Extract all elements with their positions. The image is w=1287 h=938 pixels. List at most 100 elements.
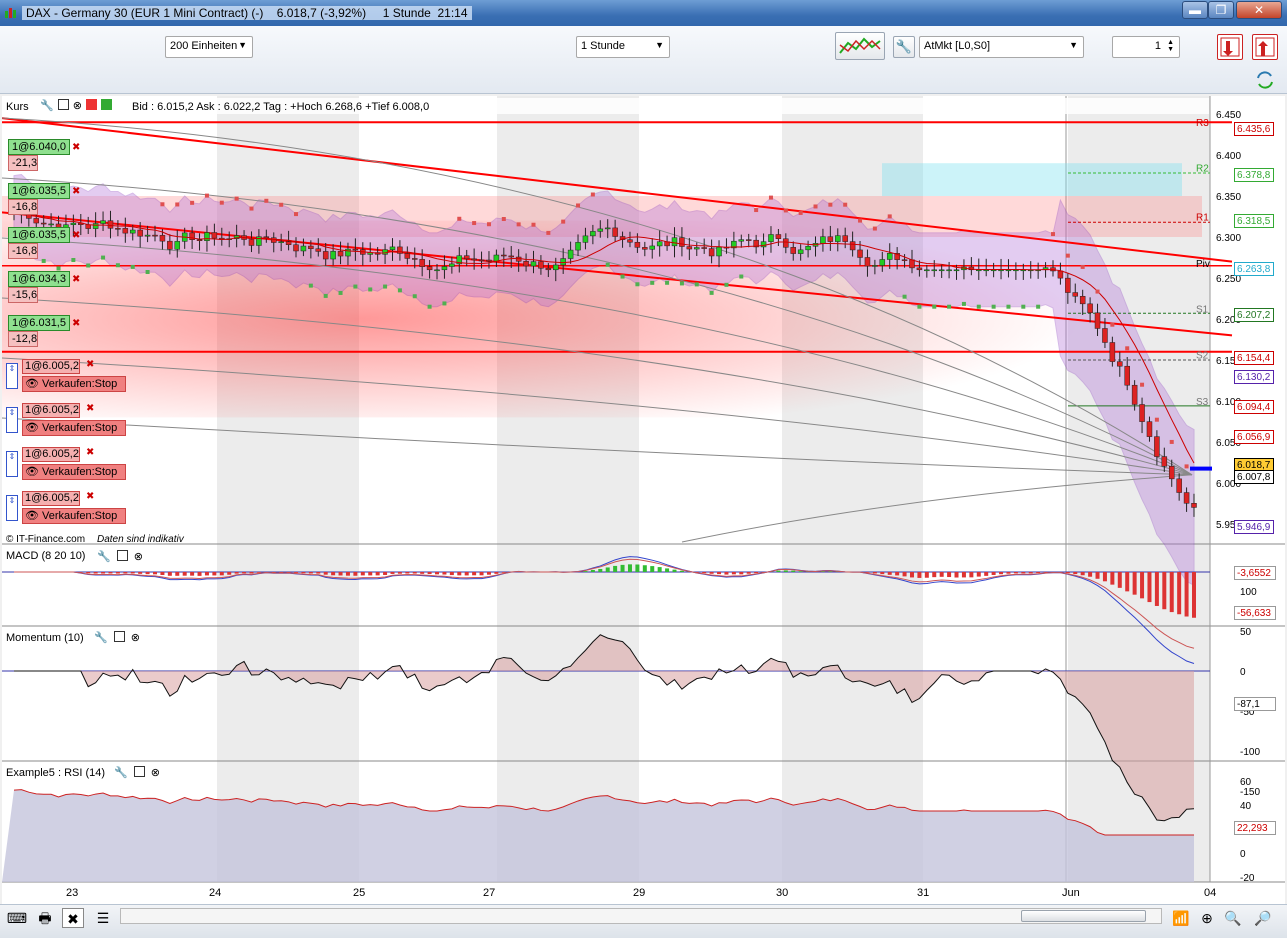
wrench-icon[interactable]: 🔧 — [114, 766, 128, 779]
wrench-icon[interactable]: 🔧 — [97, 550, 111, 563]
chart-canvas[interactable]: 6.4506.4006.3506.3006.2506.2006.1506.100… — [2, 96, 1285, 904]
minimize-button[interactable]: ▬ — [1182, 1, 1208, 19]
close-position-icon[interactable]: ✖ — [72, 274, 80, 285]
refresh-icon[interactable] — [1254, 70, 1276, 90]
candle-body — [909, 259, 915, 269]
candle-body — [330, 251, 336, 260]
macd-bar — [405, 572, 410, 574]
candle-body — [1191, 503, 1197, 508]
chart-type-icon[interactable]: 📶 — [1170, 908, 1192, 928]
candle-body — [419, 259, 425, 267]
window-icon[interactable] — [133, 766, 145, 777]
chart-area[interactable]: 6.450 6.400 6.350 6.300 6.250 6.200 6.150 6.100… — [2, 96, 1285, 904]
long-position[interactable]: 1@6.040,0 ✖ -21,3 — [8, 139, 88, 171]
candle-body — [315, 248, 322, 252]
long-position[interactable]: 1@6.031,5 ✖ -12,8 — [8, 315, 88, 347]
quantity-stepper[interactable]: 1 ▲ ▼ — [1112, 36, 1180, 58]
close-position-icon[interactable]: ✖ — [72, 186, 80, 197]
sar-dot — [1184, 464, 1189, 469]
long-position[interactable]: 1@6.034,3 ✖ -15,6 — [8, 271, 88, 303]
list-icon[interactable]: ☰ — [92, 908, 114, 928]
cancel-order-icon[interactable]: ✖ — [86, 491, 94, 502]
price-axis-label: 6.350 — [1216, 192, 1241, 203]
print-icon[interactable]: 🖶 — [34, 908, 56, 928]
drag-handle-icon[interactable]: ⇕ — [6, 407, 18, 433]
candle-body — [916, 267, 923, 271]
down-arrow-icon[interactable] — [85, 99, 97, 110]
wrench-icon[interactable]: 🔧 — [893, 36, 915, 58]
cancel-order-icon[interactable]: ✖ — [86, 447, 94, 458]
candle-body — [122, 228, 129, 234]
sar-dot — [145, 270, 150, 275]
close-position-icon[interactable]: ✖ — [72, 142, 80, 153]
keyboard-icon[interactable]: ⌨ — [6, 908, 28, 928]
macd-bar — [197, 572, 202, 576]
close-position-icon[interactable]: ✖ — [72, 230, 80, 241]
drag-handle-icon[interactable]: ⇕ — [6, 363, 18, 389]
price-tag: 6.130,2 — [1234, 370, 1274, 384]
long-position[interactable]: 1@6.035,5 ✖ -16,8 — [8, 183, 88, 215]
buy-button[interactable] — [1252, 34, 1278, 60]
candle-body — [278, 241, 284, 243]
macd-bar — [101, 572, 106, 574]
rsi-pane-tools: 🔧 ⊗ — [114, 766, 160, 779]
toolbar: 200 Einheiten ▼ 1 Stunde ▼ 🔧 AtMkt [L0,S… — [0, 26, 1287, 94]
sell-button[interactable] — [1217, 34, 1243, 60]
title-bar[interactable]: DAX - Germany 30 (EUR 1 Mini Contract) (… — [0, 0, 1287, 26]
close-icon[interactable]: ⊗ — [131, 631, 140, 644]
macd-bar — [145, 572, 150, 575]
zoom-in-icon[interactable]: 🔎 — [1252, 908, 1274, 928]
window-icon[interactable] — [116, 550, 128, 561]
candle-body — [790, 247, 796, 254]
wrench-icon[interactable]: 🔧 — [40, 99, 54, 112]
price-tag: 6.207,2 — [1234, 308, 1274, 322]
close-icon[interactable]: ⊗ — [134, 550, 143, 563]
cancel-order-icon[interactable]: ✖ — [86, 359, 94, 370]
units-dropdown[interactable]: 200 Einheiten ▼ — [165, 36, 253, 58]
close-position-icon[interactable]: ✖ — [72, 318, 80, 329]
wrench-icon[interactable]: 🔧 — [94, 631, 108, 644]
macd-bar — [212, 572, 217, 576]
sar-dot — [160, 202, 165, 207]
cancel-order-icon[interactable]: ✖ — [86, 403, 94, 414]
zoom-out-icon[interactable]: 🔍 — [1222, 908, 1244, 928]
scrollbar-thumb[interactable] — [1021, 910, 1146, 922]
price-tag: 6.318,5 — [1234, 214, 1274, 228]
macd-bar — [331, 572, 336, 576]
crosshair-off-icon[interactable]: ✖ — [62, 908, 84, 928]
time-scrollbar[interactable] — [120, 908, 1162, 924]
ichimoku-cloud — [882, 163, 1182, 196]
window-icon[interactable] — [57, 99, 69, 110]
macd-bar — [345, 572, 350, 576]
candle-body — [115, 228, 121, 230]
zoom-fit-icon[interactable]: ⊕ — [1196, 908, 1218, 928]
candle-body — [538, 261, 544, 269]
time-axis-label: 27 — [483, 887, 495, 899]
macd-bar — [783, 570, 788, 572]
close-icon[interactable]: ⊗ — [73, 99, 82, 112]
chevron-down-icon: ▼ — [238, 40, 247, 50]
close-button[interactable]: ✕ — [1236, 1, 1282, 19]
candle-body — [107, 220, 114, 229]
indicator-tag: -87,1 — [1234, 697, 1276, 711]
sar-dot — [190, 200, 195, 205]
indicator-button[interactable] — [835, 32, 885, 60]
maximize-button[interactable]: ❐ — [1208, 1, 1234, 19]
macd-bar — [999, 572, 1004, 575]
price-axis-label: 6.450 — [1216, 110, 1241, 121]
stepper-arrows-icon[interactable]: ▲ ▼ — [1167, 39, 1174, 53]
up-arrow-icon[interactable] — [100, 99, 112, 110]
close-icon[interactable]: ⊗ — [151, 766, 160, 779]
timeframe-dropdown[interactable]: 1 Stunde ▼ — [576, 36, 670, 58]
drag-handle-icon[interactable]: ⇕ — [6, 495, 18, 521]
long-position[interactable]: 1@6.035,5 ✖ -16,8 — [8, 227, 88, 259]
candle-body — [820, 236, 826, 244]
sar-dot — [264, 198, 269, 203]
sar-dot — [858, 218, 863, 223]
macd-bar — [895, 572, 900, 576]
order-type-dropdown[interactable]: AtMkt [L0,S0] ▼ — [919, 36, 1084, 58]
drag-handle-icon[interactable]: ⇕ — [6, 451, 18, 477]
candle-body — [716, 246, 722, 257]
candle-body — [189, 232, 195, 240]
window-icon[interactable] — [113, 631, 125, 642]
